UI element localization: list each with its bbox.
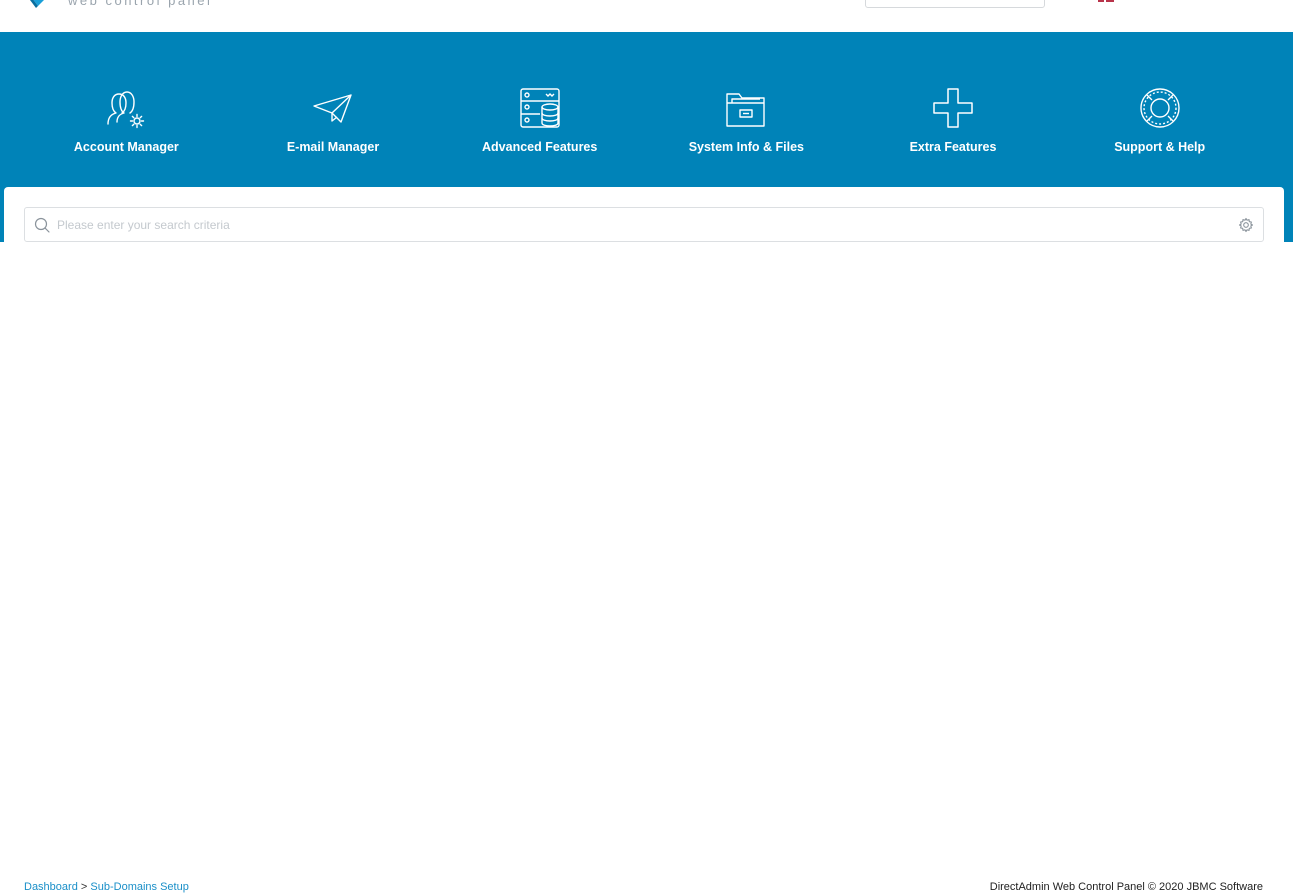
page: web control panel Account Manager E-mail… — [0, 0, 1293, 896]
logo-text: web control panel — [68, 0, 213, 8]
breadcrumb-separator: > — [80, 881, 88, 893]
search-input[interactable] — [55, 209, 1229, 240]
breadcrumb-dashboard-link[interactable]: Dashboard — [24, 881, 78, 893]
copyright-text: DirectAdmin Web Control Panel © 2020 JBM… — [989, 881, 1263, 893]
search-bar — [24, 207, 1264, 242]
nav-item-system-info-files[interactable]: System Info & Files — [643, 32, 850, 187]
nav-label-system-info-files: System Info & Files — [688, 140, 804, 154]
nav-label-extra-features: Extra Features — [909, 140, 997, 154]
lifebuoy-icon — [1139, 88, 1180, 128]
nav-item-extra-features[interactable]: Extra Features — [850, 32, 1057, 187]
top-select[interactable] — [865, 0, 1045, 8]
nav-label-account-manager: Account Manager — [73, 140, 179, 154]
nav-label-advanced-features: Advanced Features — [482, 140, 598, 154]
breadcrumb-current-link[interactable]: Sub-Domains Setup — [90, 881, 188, 893]
gear-icon[interactable] — [1238, 217, 1254, 233]
main-nav: Account Manager E-mail Manager Advanced … — [23, 32, 1263, 187]
content-card — [4, 187, 1284, 896]
nav-label-email-manager: E-mail Manager — [286, 140, 380, 154]
flag-icon[interactable] — [1098, 0, 1114, 2]
server-database-icon — [519, 88, 560, 128]
nav-label-support-help: Support & Help — [1114, 140, 1206, 154]
nav-item-email-manager[interactable]: E-mail Manager — [230, 32, 437, 187]
logo-icon[interactable] — [30, 0, 50, 8]
search-icon — [34, 217, 50, 233]
nav-item-support-help[interactable]: Support & Help — [1056, 32, 1263, 187]
plus-icon — [933, 88, 973, 128]
nav-item-advanced-features[interactable]: Advanced Features — [436, 32, 643, 187]
breadcrumb: Dashboard > Sub-Domains Setup — [24, 881, 189, 893]
folder-icon — [726, 93, 766, 127]
paper-plane-icon — [313, 94, 352, 123]
nav-item-account-manager[interactable]: Account Manager — [23, 32, 230, 187]
users-gear-icon — [107, 91, 145, 129]
top-header: web control panel — [0, 0, 1293, 32]
